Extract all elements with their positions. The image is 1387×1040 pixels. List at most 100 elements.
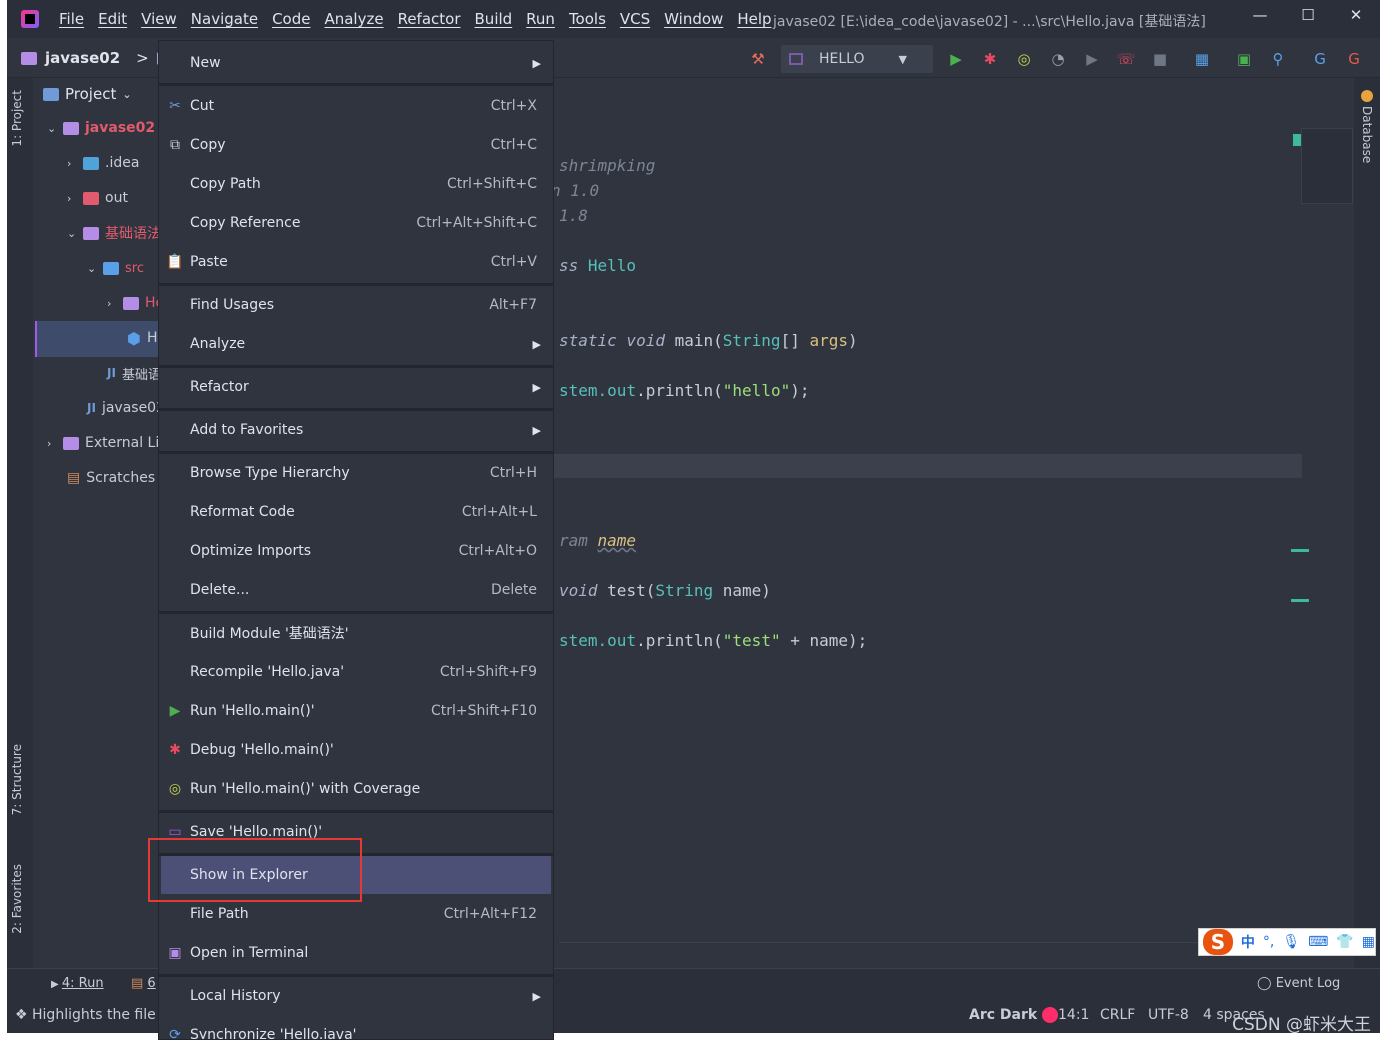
- caret-position[interactable]: 14:1: [1058, 1007, 1089, 1023]
- coverage-icon: ◎: [168, 781, 182, 797]
- menu-window[interactable]: Window: [664, 10, 723, 28]
- menu-build[interactable]: Build: [475, 10, 513, 28]
- build-hammer-icon[interactable]: ⚒: [747, 48, 769, 70]
- tree-item-idea[interactable]: › .idea: [67, 148, 139, 178]
- todo-tool-tab[interactable]: ▤ 6: [131, 976, 156, 991]
- chevron-right-icon: ▶: [532, 56, 541, 70]
- code-line: shrimpking: [559, 156, 655, 175]
- translate-icon[interactable]: G: [1309, 48, 1331, 70]
- favorites-tool-tab[interactable]: 2: Favorites: [10, 864, 24, 934]
- menu-item-add-to-favorites[interactable]: Add to Favorites ▶: [159, 411, 553, 449]
- tree-item-module[interactable]: ⌄ 基础语法: [67, 218, 161, 248]
- tree-item-out[interactable]: › out: [67, 183, 128, 213]
- menu-help[interactable]: Help: [737, 10, 771, 28]
- skin-icon[interactable]: 👕: [1336, 934, 1353, 950]
- tree-item-project-iml[interactable]: JI javase02: [87, 393, 165, 423]
- menu-edit[interactable]: Edit: [98, 10, 127, 28]
- coverage-icon[interactable]: ◎: [1013, 48, 1035, 70]
- line-separator[interactable]: CRLF: [1100, 1007, 1135, 1023]
- run-tool-tab[interactable]: ▶ 4: Run: [51, 976, 104, 991]
- breadcrumb-separator: >: [136, 49, 149, 67]
- menu-item-copy-reference[interactable]: Copy Reference Ctrl+Alt+Shift+C: [159, 204, 553, 242]
- stop-icon[interactable]: ■: [1149, 48, 1171, 70]
- menu-code[interactable]: Code: [272, 10, 310, 28]
- toolbox-icon[interactable]: ▦: [1362, 934, 1375, 950]
- breadcrumb-project[interactable]: javase02: [45, 49, 120, 67]
- run-gray-icon[interactable]: ▶: [1081, 48, 1103, 70]
- chevron-right-icon: ▶: [532, 989, 541, 1003]
- menu-item-browse-type-hierarchy[interactable]: Browse Type Hierarchy Ctrl+H: [159, 454, 553, 492]
- menu-run[interactable]: Run: [526, 10, 555, 28]
- menu-item-cut[interactable]: ✂ Cut Ctrl+X: [159, 87, 553, 125]
- database-tool-tab[interactable]: Database: [1360, 106, 1374, 163]
- tree-item-javase02[interactable]: ⌄ javase02 E: [47, 113, 165, 143]
- theme-indicator[interactable]: Arc Dark: [969, 1007, 1059, 1023]
- source-folder-icon: [103, 261, 119, 275]
- window-title: javase02 [E:\idea_code\javase02] - ...\s…: [773, 14, 1206, 30]
- run-icon[interactable]: ▶: [945, 48, 967, 70]
- project-structure-icon[interactable]: ▦: [1191, 48, 1213, 70]
- menu-item-delete[interactable]: Delete... Delete: [159, 571, 553, 609]
- menu-item-find-usages[interactable]: Find Usages Alt+F7: [159, 286, 553, 324]
- menu-item-synchronize[interactable]: ⟳ Synchronize 'Hello.java': [159, 1016, 553, 1040]
- keyboard-icon[interactable]: ⌨: [1308, 934, 1328, 950]
- profiler-icon[interactable]: ◔: [1047, 48, 1069, 70]
- menu-item-copy-path[interactable]: Copy Path Ctrl+Shift+C: [159, 165, 553, 203]
- menu-item-paste[interactable]: 📋 Paste Ctrl+V: [159, 243, 553, 281]
- tree-item-label: src: [125, 260, 144, 276]
- chevron-down-icon: ▼: [898, 52, 907, 66]
- menu-item-local-history[interactable]: Local History ▶: [159, 977, 553, 1015]
- debug-icon[interactable]: ✱: [979, 48, 1001, 70]
- attach-icon[interactable]: ☏: [1115, 48, 1137, 70]
- structure-tool-tab[interactable]: 7: Structure: [10, 744, 24, 815]
- menu-item-run-with-coverage[interactable]: ◎ Run 'Hello.main()' with Coverage: [159, 770, 553, 808]
- tree-item-src[interactable]: ⌄ src: [87, 253, 144, 283]
- config-icon: [789, 53, 803, 65]
- sync-icon: ⟳: [169, 1027, 181, 1040]
- tree-item-iml[interactable]: JI 基础语: [107, 358, 161, 388]
- menu-tools[interactable]: Tools: [569, 10, 606, 28]
- database-icon: [1361, 90, 1373, 102]
- menu-item-refactor[interactable]: Refactor ▶: [159, 368, 553, 406]
- microphone-icon[interactable]: 🎙: [1282, 934, 1300, 950]
- tree-item-label: javase02: [85, 120, 156, 136]
- left-tool-stripe: 1: Project 7: Structure 2: Favorites: [7, 78, 33, 968]
- translate-alt-icon[interactable]: G: [1343, 48, 1365, 70]
- chevron-down-icon: ⌄: [47, 121, 57, 135]
- menu-item-open-in-terminal[interactable]: ▣ Open in Terminal: [159, 934, 553, 972]
- menu-item-new[interactable]: New ▶: [159, 44, 553, 82]
- event-log-tab[interactable]: ◯ Event Log: [1257, 976, 1340, 991]
- file-encoding[interactable]: UTF-8: [1148, 1007, 1189, 1023]
- menu-item-copy[interactable]: ⧉ Copy Ctrl+C: [159, 126, 553, 164]
- menu-analyze[interactable]: Analyze: [324, 10, 383, 28]
- menu-item-recompile[interactable]: Recompile 'Hello.java' Ctrl+Shift+F9: [159, 653, 553, 691]
- menu-refactor[interactable]: Refactor: [398, 10, 461, 28]
- menu-item-optimize-imports[interactable]: Optimize Imports Ctrl+Alt+O: [159, 532, 553, 570]
- tree-item-scratches[interactable]: ▤ Scratches a: [67, 463, 165, 493]
- project-panel-header[interactable]: Project ⌄: [43, 85, 132, 103]
- menu-file[interactable]: File: [59, 10, 84, 28]
- menu-navigate[interactable]: Navigate: [191, 10, 258, 28]
- menu-item-reformat-code[interactable]: Reformat Code Ctrl+Alt+L: [159, 493, 553, 531]
- change-marker: [1291, 549, 1309, 552]
- search-icon[interactable]: ⚲: [1267, 48, 1289, 70]
- maximize-button[interactable]: ☐: [1284, 0, 1332, 30]
- run-configuration-select[interactable]: HELLO ▼: [781, 45, 933, 73]
- minimize-button[interactable]: —: [1236, 0, 1284, 30]
- tree-item-label: 基础语: [121, 367, 161, 383]
- menu-view[interactable]: View: [141, 10, 177, 28]
- menu-vcs[interactable]: VCS: [620, 10, 650, 28]
- folder-icon: [63, 121, 79, 135]
- menu-item-analyze[interactable]: Analyze ▶: [159, 325, 553, 363]
- menu-item-debug[interactable]: ✱ Debug 'Hello.main()': [159, 731, 553, 769]
- menu-item-build-module[interactable]: Build Module '基础语法': [159, 614, 553, 652]
- ime-mode-chinese[interactable]: 中: [1241, 932, 1255, 952]
- code-minimap[interactable]: [1301, 128, 1353, 204]
- ime-punctuation[interactable]: °,: [1263, 934, 1274, 950]
- tree-item-external-libraries[interactable]: › External Lib: [47, 428, 165, 458]
- tree-item-package[interactable]: › He: [107, 288, 164, 318]
- menu-item-run[interactable]: ▶ Run 'Hello.main()' Ctrl+Shift+F10: [159, 692, 553, 730]
- close-button[interactable]: ✕: [1332, 0, 1380, 30]
- terminal-icon[interactable]: ▣: [1233, 48, 1255, 70]
- project-tool-tab[interactable]: 1: Project: [10, 90, 24, 147]
